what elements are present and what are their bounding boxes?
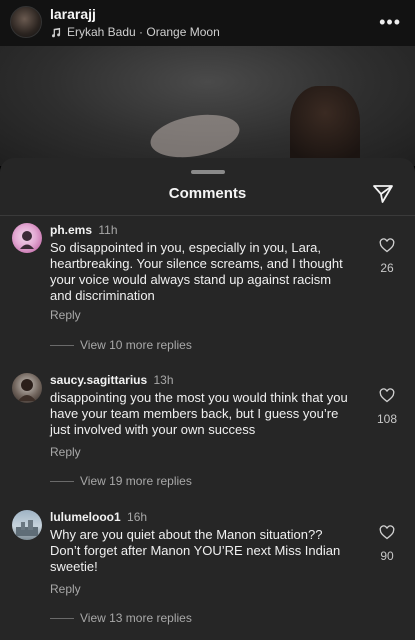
comments-sheet: Comments ph.ems 11h So disappointed in y… (0, 158, 415, 640)
replies-line (50, 344, 74, 346)
comment-username[interactable]: lulumelooo1 (50, 510, 121, 524)
music-note-icon (50, 27, 61, 38)
view-replies-label: View 19 more replies (80, 474, 192, 488)
comment-text: So disappointed in you, especially in yo… (50, 240, 343, 303)
replies-line (50, 617, 74, 619)
music-label: Erykah Badu · Orange Moon (67, 25, 220, 39)
more-options-icon[interactable]: ••• (379, 12, 401, 33)
comment-header: saucy.sagittarius 13h (50, 373, 174, 387)
comment-avatar[interactable] (12, 223, 42, 253)
comment-text: disappointing you the most you would thi… (50, 390, 348, 437)
like-heart-icon[interactable] (379, 388, 395, 403)
comment-username[interactable]: ph.ems (50, 223, 92, 237)
comment-username[interactable]: saucy.sagittarius (50, 373, 147, 387)
like-count: 108 (376, 412, 398, 426)
share-icon[interactable] (371, 182, 395, 206)
comment-header: ph.ems 11h (50, 223, 118, 237)
like-heart-icon[interactable] (379, 238, 395, 253)
photo-shape (147, 108, 243, 164)
reply-button[interactable]: Reply (50, 308, 81, 322)
like-count: 90 (380, 549, 394, 563)
comments-title: Comments (168, 185, 247, 202)
reply-button[interactable]: Reply (50, 445, 81, 459)
view-replies-button[interactable]: View 10 more replies (50, 338, 192, 352)
post-photo (0, 46, 415, 166)
like-count: 26 (380, 261, 394, 275)
view-replies-button[interactable]: View 13 more replies (50, 611, 192, 625)
music-attribution[interactable]: Erykah Badu · Orange Moon (50, 25, 220, 39)
like-heart-icon[interactable] (379, 525, 395, 540)
reply-button[interactable]: Reply (50, 582, 81, 596)
view-replies-button[interactable]: View 19 more replies (50, 474, 192, 488)
sheet-divider (0, 215, 415, 216)
replies-line (50, 480, 74, 482)
comment-avatar[interactable] (12, 510, 42, 540)
comment-avatar[interactable] (12, 373, 42, 403)
comment-time: 11h (98, 223, 118, 237)
poster-avatar[interactable] (10, 6, 42, 38)
post-header: lararajj Erykah Badu · Orange Moon ••• (0, 0, 415, 46)
photo-figure (290, 86, 360, 166)
comment-header: lulumelooo1 16h (50, 510, 147, 524)
comment-time: 13h (153, 373, 174, 387)
comment-text: Why are you quiet about the Manon situat… (50, 527, 341, 574)
sheet-grabber-handle[interactable] (191, 170, 225, 174)
view-replies-label: View 13 more replies (80, 611, 192, 625)
comment-time: 16h (127, 510, 148, 524)
poster-username[interactable]: lararajj (50, 6, 96, 22)
view-replies-label: View 10 more replies (80, 338, 192, 352)
